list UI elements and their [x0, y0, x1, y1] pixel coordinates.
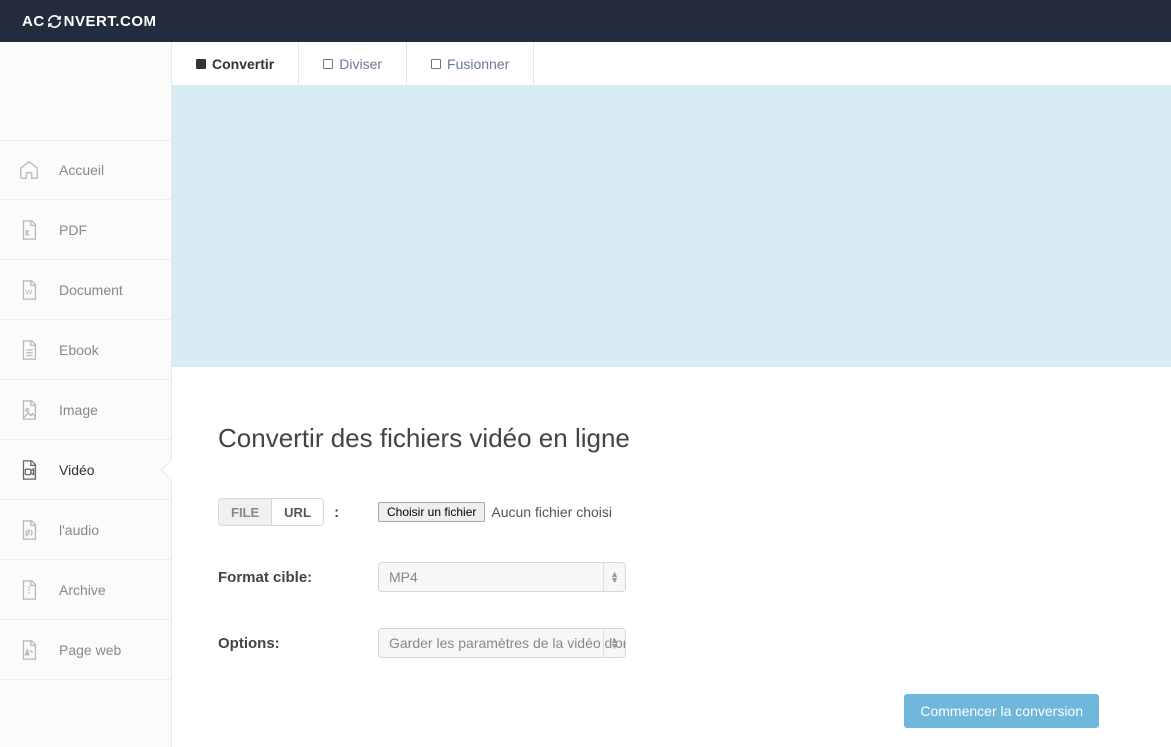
- file-status: Aucun fichier choisi: [491, 504, 612, 520]
- pdf-icon: [14, 219, 44, 241]
- brand-suffix: NVERT.COM: [64, 13, 157, 30]
- sidebar-item-label: Ebook: [59, 342, 99, 358]
- tab-label: Diviser: [339, 56, 382, 72]
- source-tabs: FILE URL: [218, 498, 324, 526]
- sidebar-item-image[interactable]: Image: [0, 380, 171, 440]
- sidebar-item-pdf[interactable]: PDF: [0, 200, 171, 260]
- tab-convertir[interactable]: Convertir: [172, 42, 299, 85]
- source-label-area: FILE URL :: [218, 498, 378, 526]
- format-label: Format cible:: [218, 569, 378, 586]
- page-title: Convertir des fichiers vidéo en ligne: [218, 423, 1125, 454]
- video-icon: [14, 459, 44, 481]
- start-conversion-button[interactable]: Commencer la conversion: [904, 694, 1099, 728]
- sidebar-item-document[interactable]: W Document: [0, 260, 171, 320]
- brand-prefix: AC: [22, 13, 45, 30]
- sidebar-item-ebook[interactable]: Ebook: [0, 320, 171, 380]
- sidebar-item-l-audio[interactable]: l'audio: [0, 500, 171, 560]
- square-icon: [196, 59, 206, 69]
- square-icon: [431, 59, 441, 69]
- square-icon: [323, 59, 333, 69]
- sidebar-item-archive[interactable]: Archive: [0, 560, 171, 620]
- chevron-sort-icon: ▲▼: [603, 629, 619, 657]
- tab-diviser[interactable]: Diviser: [299, 42, 407, 85]
- source-tab-url[interactable]: URL: [271, 499, 323, 525]
- home-icon: [14, 159, 44, 181]
- sidebar-item-page-web[interactable]: Page web: [0, 620, 171, 680]
- ebook-icon: [14, 339, 44, 361]
- refresh-icon: [47, 14, 62, 29]
- options-label: Options:: [218, 635, 378, 652]
- archive-icon: [14, 579, 44, 601]
- sidebar-item-label: Accueil: [59, 162, 104, 178]
- sidebar-item-label: Page web: [59, 642, 121, 658]
- doc-icon: W: [14, 279, 44, 301]
- target-format-value: MP4: [389, 569, 418, 585]
- choose-file-button[interactable]: Choisir un fichier: [378, 502, 485, 522]
- sidebar-item-label: Image: [59, 402, 98, 418]
- sidebar-item-label: PDF: [59, 222, 87, 238]
- ad-banner: [172, 86, 1171, 367]
- options-value: Garder les paramètres de la vidéo d'orig…: [389, 635, 626, 651]
- target-format-select[interactable]: MP4 ▲▼: [378, 562, 626, 592]
- svg-text:W: W: [25, 287, 32, 296]
- tab-fusionner[interactable]: Fusionner: [407, 42, 534, 85]
- sidebar-item-label: Archive: [59, 582, 106, 598]
- web-icon: [14, 639, 44, 661]
- sidebar-item-vid-o[interactable]: Vidéo: [0, 440, 171, 500]
- source-colon: :: [334, 504, 339, 521]
- sidebar-item-label: Vidéo: [59, 462, 95, 478]
- image-icon: [14, 399, 44, 421]
- tabs-bar: Convertir Diviser Fusionner: [172, 42, 1171, 86]
- options-select[interactable]: Garder les paramètres de la vidéo d'orig…: [378, 628, 626, 658]
- sidebar-item-accueil[interactable]: Accueil: [0, 140, 171, 200]
- app-header: AC NVERT.COM: [0, 0, 1171, 42]
- sidebar-item-label: Document: [59, 282, 123, 298]
- chevron-sort-icon: ▲▼: [603, 563, 619, 591]
- audio-icon: [14, 519, 44, 541]
- brand-logo[interactable]: AC NVERT.COM: [22, 13, 157, 30]
- sidebar: Accueil PDF W Document Ebook Image Vidéo l'audi…: [0, 42, 172, 747]
- source-tab-file[interactable]: FILE: [219, 499, 271, 525]
- tab-label: Fusionner: [447, 56, 509, 72]
- tab-label: Convertir: [212, 56, 274, 72]
- sidebar-item-label: l'audio: [59, 522, 99, 538]
